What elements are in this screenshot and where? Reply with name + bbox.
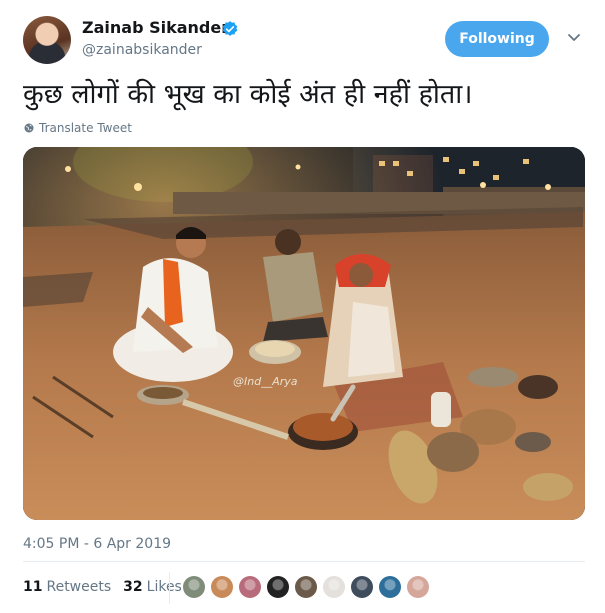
liker-avatar[interactable] — [407, 576, 429, 598]
translate-label[interactable]: Translate Tweet — [39, 121, 132, 135]
likes-label: Likes — [146, 579, 182, 595]
liker-avatar[interactable] — [239, 576, 261, 598]
liker-avatar[interactable] — [211, 576, 233, 598]
following-button[interactable]: Following — [445, 21, 549, 57]
tweet-text: कुछ लोगों की भूख का कोई अंत ही नहीं होता… — [23, 79, 473, 110]
user-handle[interactable]: @zainabsikander — [82, 42, 202, 58]
tweet-photo[interactable]: @Ind__Arya — [23, 147, 585, 520]
likes-stat[interactable]: 32 Likes — [123, 579, 182, 595]
liker-avatar[interactable] — [267, 576, 289, 598]
liker-avatars — [183, 576, 435, 598]
retweets-label: Retweets — [46, 579, 112, 595]
retweets-stat[interactable]: 11 Retweets — [23, 579, 111, 595]
likes-count: 32 — [123, 579, 143, 595]
verified-badge-icon — [222, 21, 238, 36]
stats-separator — [169, 572, 170, 604]
street-dinner-photo: @Ind__Arya — [23, 147, 585, 520]
liker-avatar[interactable] — [323, 576, 345, 598]
divider — [23, 561, 585, 562]
liker-avatar[interactable] — [351, 576, 373, 598]
chevron-down-icon[interactable] — [566, 32, 582, 44]
liker-avatar[interactable] — [295, 576, 317, 598]
translate-tweet-link[interactable]: Translate Tweet — [24, 121, 132, 135]
tweet-header: Zainab Sikander @zainabsikander Followin… — [0, 0, 605, 70]
liker-avatar[interactable] — [183, 576, 205, 598]
photo-watermark: @Ind__Arya — [233, 375, 298, 388]
tweet-timestamp[interactable]: 4:05 PM - 6 Apr 2019 — [23, 536, 171, 552]
avatar[interactable] — [23, 16, 71, 64]
retweets-count: 11 — [23, 579, 43, 595]
liker-avatar[interactable] — [379, 576, 401, 598]
globe-icon — [24, 123, 34, 133]
display-name[interactable]: Zainab Sikander — [82, 18, 229, 37]
